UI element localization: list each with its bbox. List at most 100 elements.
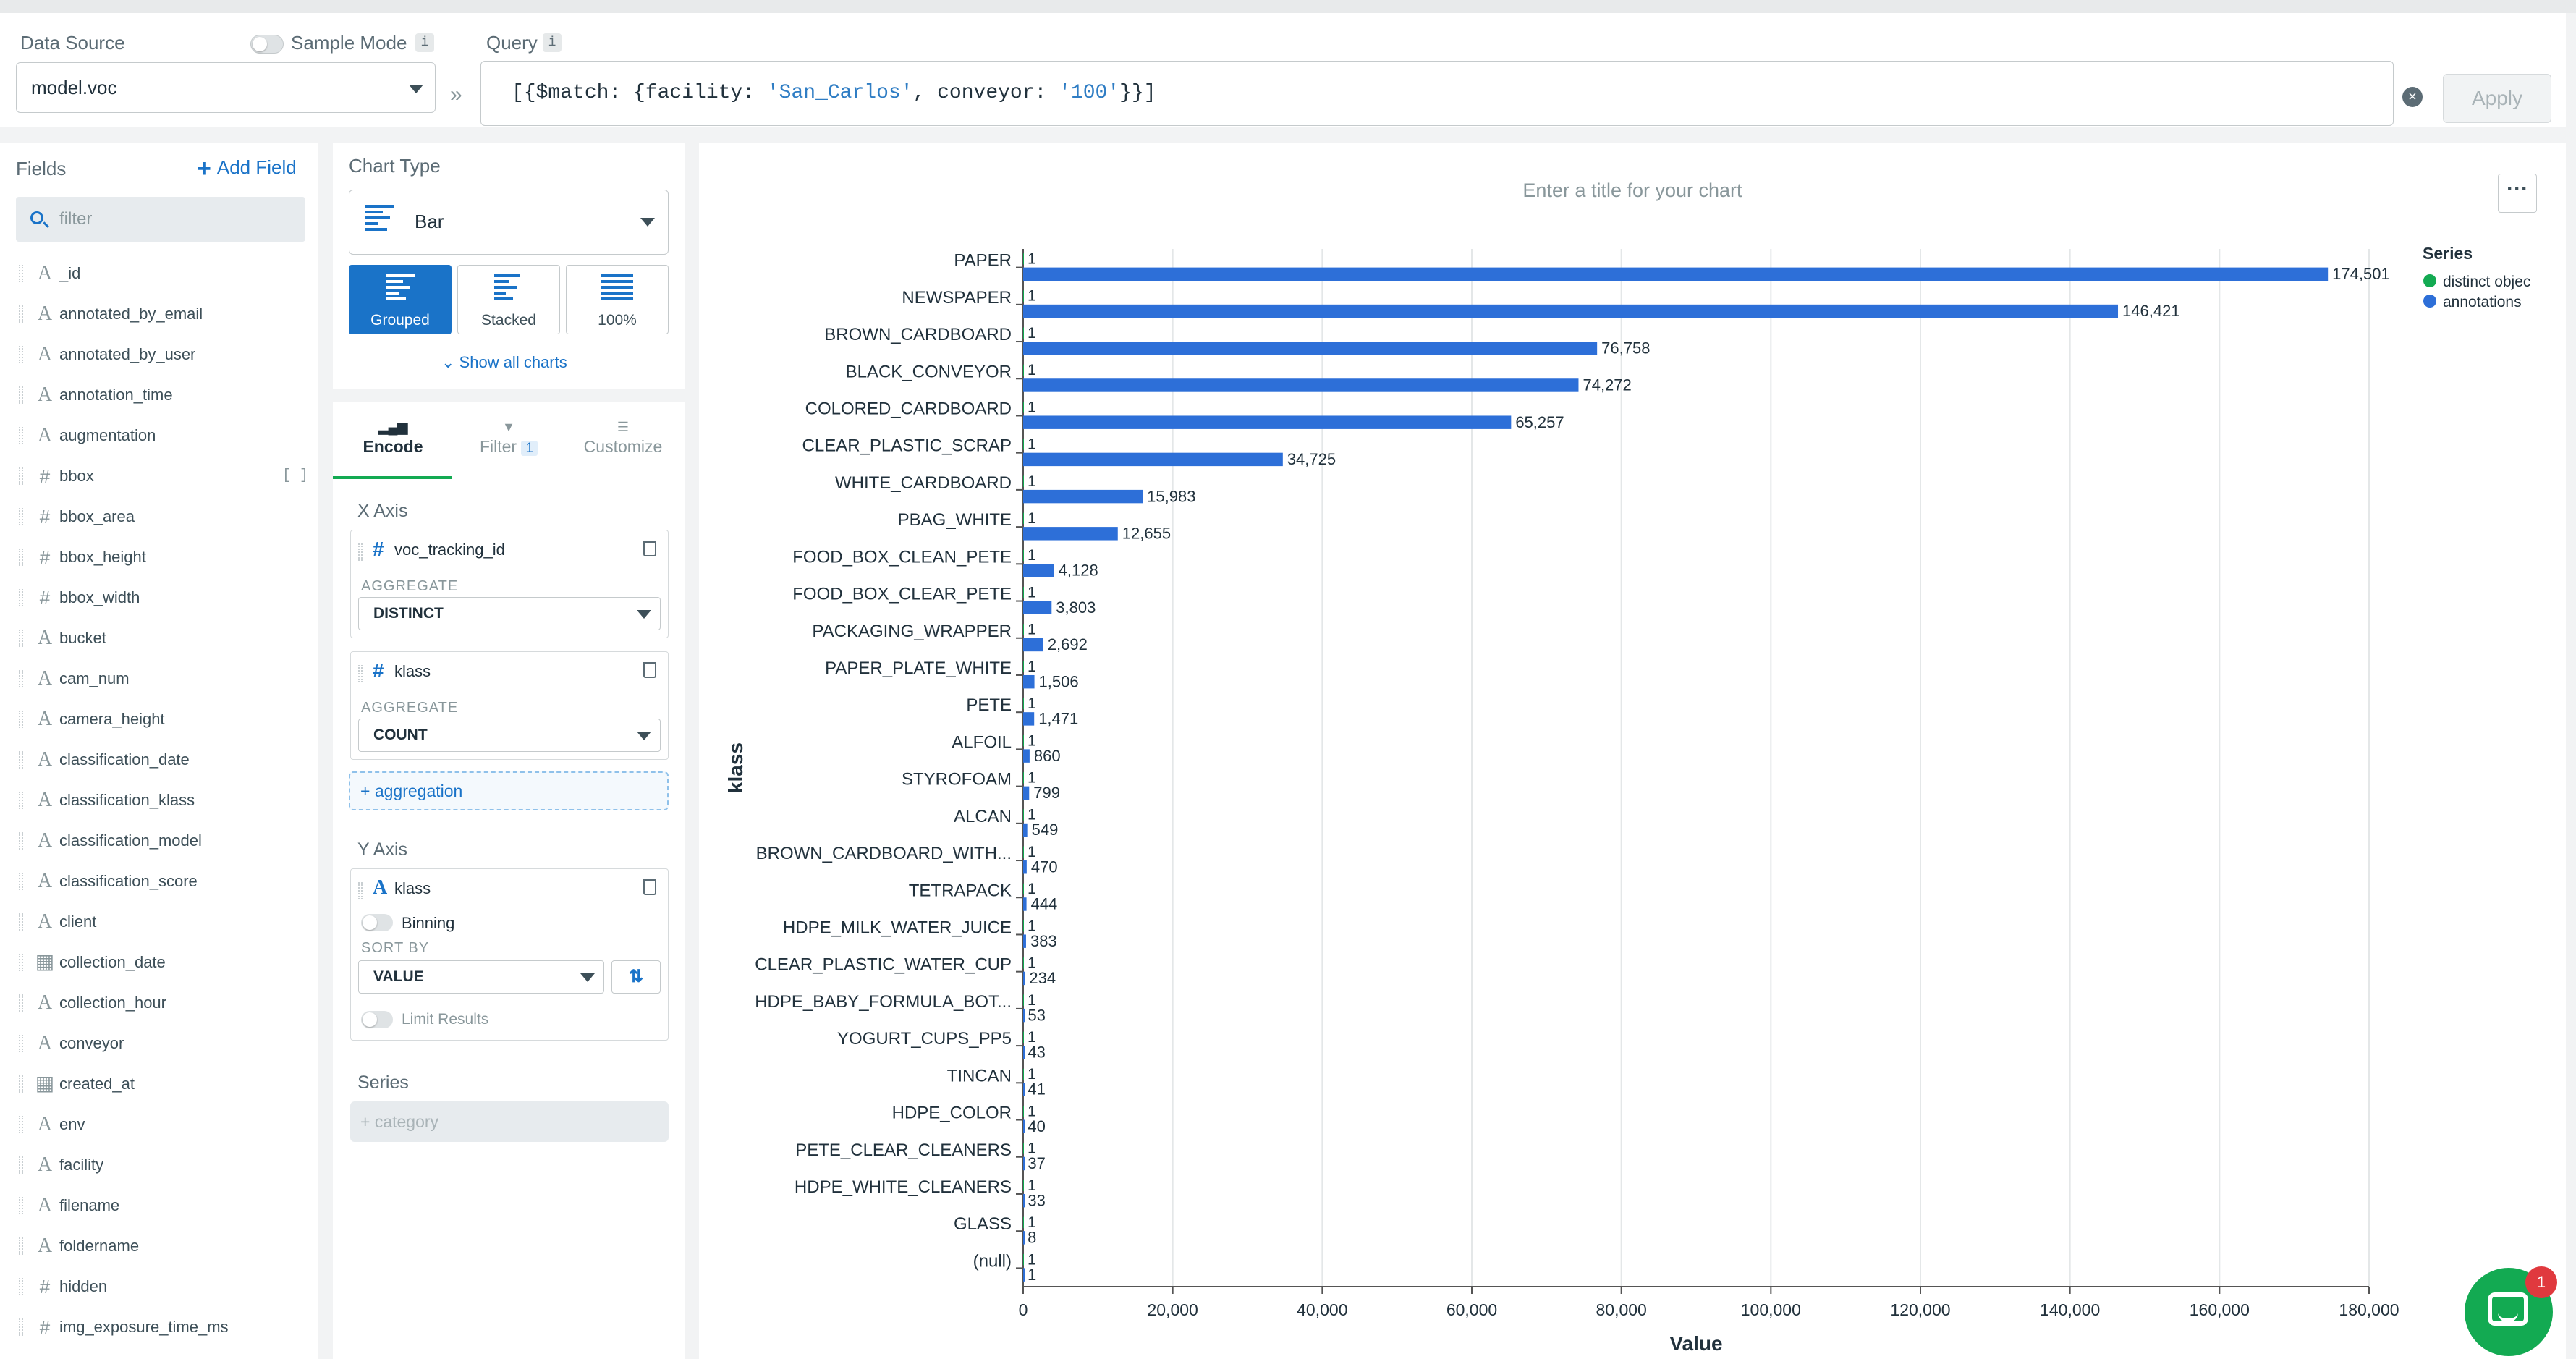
- drag-handle-icon[interactable]: [358, 665, 363, 682]
- text-type-icon: A: [37, 384, 53, 406]
- bar-distinct: [1023, 994, 1024, 1006]
- drag-handle-icon[interactable]: [19, 873, 23, 890]
- drag-handle-icon[interactable]: [19, 305, 23, 323]
- sample-mode-info-icon[interactable]: i: [415, 33, 434, 52]
- field-item[interactable]: Afoldername: [19, 1232, 308, 1261]
- drag-handle-icon[interactable]: [19, 832, 23, 850]
- field-item[interactable]: # bbox [ ]: [19, 462, 308, 491]
- field-item[interactable]: ▦ collection_date: [19, 948, 308, 977]
- field-item[interactable]: Afacility: [19, 1151, 308, 1180]
- number-type-icon: #: [39, 546, 51, 568]
- sample-mode-toggle[interactable]: [250, 35, 284, 54]
- field-item[interactable]: Aclient: [19, 907, 308, 936]
- chevron-down-icon: [637, 610, 651, 619]
- clear-query-icon[interactable]: ×: [2402, 87, 2423, 107]
- field-item[interactable]: # hidden: [19, 1272, 308, 1301]
- field-item[interactable]: Abucket: [19, 624, 308, 653]
- field-item[interactable]: # bbox_height: [19, 543, 308, 572]
- aggregate-select[interactable]: COUNT: [358, 719, 661, 752]
- drag-handle-icon[interactable]: [19, 1156, 23, 1174]
- drag-handle-icon[interactable]: [19, 711, 23, 728]
- add-field-button[interactable]: + Add Field: [197, 155, 297, 183]
- field-item[interactable]: Afilename: [19, 1191, 308, 1220]
- binning-toggle[interactable]: [361, 914, 393, 931]
- field-item[interactable]: Aclassification_score: [19, 867, 308, 896]
- trash-icon[interactable]: [643, 662, 656, 678]
- field-item[interactable]: Aconveyor: [19, 1029, 308, 1058]
- drag-handle-icon[interactable]: [19, 589, 23, 606]
- subtype-grouped[interactable]: Grouped: [349, 265, 452, 334]
- drag-handle-icon[interactable]: [19, 1035, 23, 1052]
- drag-handle-icon[interactable]: [19, 467, 23, 485]
- chart-type-select[interactable]: Bar: [349, 190, 669, 255]
- field-item[interactable]: Aaugmentation: [19, 421, 308, 450]
- drag-handle-icon[interactable]: [358, 882, 363, 899]
- field-item[interactable]: Aclassification_date: [19, 745, 308, 774]
- drag-handle-icon[interactable]: [19, 1075, 23, 1093]
- show-all-charts-link[interactable]: ⌄ Show all charts: [441, 353, 567, 372]
- field-item[interactable]: Aenv: [19, 1110, 308, 1139]
- field-item[interactable]: # img_exposure_time_ms: [19, 1313, 308, 1342]
- drag-handle-icon[interactable]: [19, 1278, 23, 1295]
- sort-select[interactable]: VALUE: [358, 960, 604, 994]
- fields-filter-input[interactable]: filter: [16, 197, 305, 242]
- bar-annotations: [1023, 971, 1025, 986]
- tab-filter[interactable]: ▼ Filter 1: [454, 417, 563, 475]
- drag-handle-icon[interactable]: [19, 1116, 23, 1133]
- field-item[interactable]: # bbox_width: [19, 583, 308, 612]
- trash-icon[interactable]: [643, 879, 656, 895]
- field-item[interactable]: A _id: [19, 259, 308, 288]
- field-item[interactable]: Aannotation_time: [19, 381, 308, 410]
- query-info-icon[interactable]: i: [543, 33, 562, 52]
- field-item[interactable]: ▦ created_at: [19, 1070, 308, 1098]
- drag-handle-icon[interactable]: [19, 994, 23, 1012]
- field-name: classification_score: [59, 872, 198, 890]
- drag-handle-icon[interactable]: [19, 1237, 23, 1255]
- field-item[interactable]: Aannotated_by_email: [19, 300, 308, 329]
- field-item[interactable]: Aclassification_klass: [19, 786, 308, 815]
- tab-encode[interactable]: ▂▄▆ Encode: [339, 417, 447, 475]
- field-item[interactable]: Aclassification_model: [19, 826, 308, 855]
- data-label-annotations: 40: [1028, 1117, 1045, 1135]
- apply-button[interactable]: Apply: [2443, 74, 2551, 123]
- series-drop-zone[interactable]: + category: [350, 1101, 669, 1142]
- drag-handle-icon[interactable]: [19, 265, 23, 282]
- y-field-card-klass[interactable]: A klass Binning SORT BY VALUE ⇅ Limit Re…: [350, 868, 669, 1041]
- field-name: camera_height: [59, 710, 165, 728]
- subtype-stacked[interactable]: Stacked: [457, 265, 560, 334]
- x-field-card-klass[interactable]: # klass AGGREGATE COUNT: [350, 651, 669, 760]
- x-field-card-voc-tracking-id[interactable]: # voc_tracking_id AGGREGATE DISTINCT: [350, 530, 669, 638]
- drag-handle-icon[interactable]: [19, 1197, 23, 1214]
- field-item[interactable]: # bbox_area: [19, 502, 308, 531]
- field-item[interactable]: Acollection_hour: [19, 988, 308, 1017]
- tab-customize[interactable]: ☰ Customize: [569, 417, 677, 475]
- drag-handle-icon[interactable]: [19, 549, 23, 566]
- field-item[interactable]: Acamera_height: [19, 705, 308, 734]
- drag-handle-icon[interactable]: [19, 427, 23, 444]
- field-item[interactable]: Aannotated_by_user: [19, 340, 308, 369]
- drag-handle-icon[interactable]: [358, 543, 363, 561]
- drag-handle-icon[interactable]: [19, 954, 23, 971]
- aggregate-select[interactable]: DISTINCT: [358, 597, 661, 630]
- active-tab-indicator: [333, 476, 452, 479]
- drag-handle-icon[interactable]: [19, 386, 23, 404]
- expand-array-icon[interactable]: [ ]: [282, 462, 308, 491]
- drag-handle-icon[interactable]: [19, 508, 23, 525]
- add-aggregation-button[interactable]: + aggregation: [349, 771, 669, 810]
- limit-results-toggle[interactable]: [361, 1011, 393, 1028]
- drag-handle-icon[interactable]: [19, 1318, 23, 1336]
- drag-handle-icon[interactable]: [19, 670, 23, 687]
- subtype-percent[interactable]: 100%: [566, 265, 669, 334]
- drag-handle-icon[interactable]: [19, 913, 23, 931]
- drag-handle-icon[interactable]: [19, 792, 23, 809]
- drag-handle-icon[interactable]: [19, 630, 23, 647]
- drag-handle-icon[interactable]: [19, 751, 23, 769]
- trash-icon[interactable]: [643, 541, 656, 556]
- query-input[interactable]: [{$match: {facility: 'San_Carlos', conve…: [480, 61, 2394, 126]
- series-title: Series: [357, 1072, 409, 1093]
- drag-handle-icon[interactable]: [19, 346, 23, 363]
- field-item[interactable]: Acam_num: [19, 664, 308, 693]
- x-tick-label: 60,000: [1446, 1300, 1497, 1319]
- sort-direction-icon[interactable]: ⇅: [611, 960, 661, 994]
- data-source-select[interactable]: model.voc: [16, 62, 436, 113]
